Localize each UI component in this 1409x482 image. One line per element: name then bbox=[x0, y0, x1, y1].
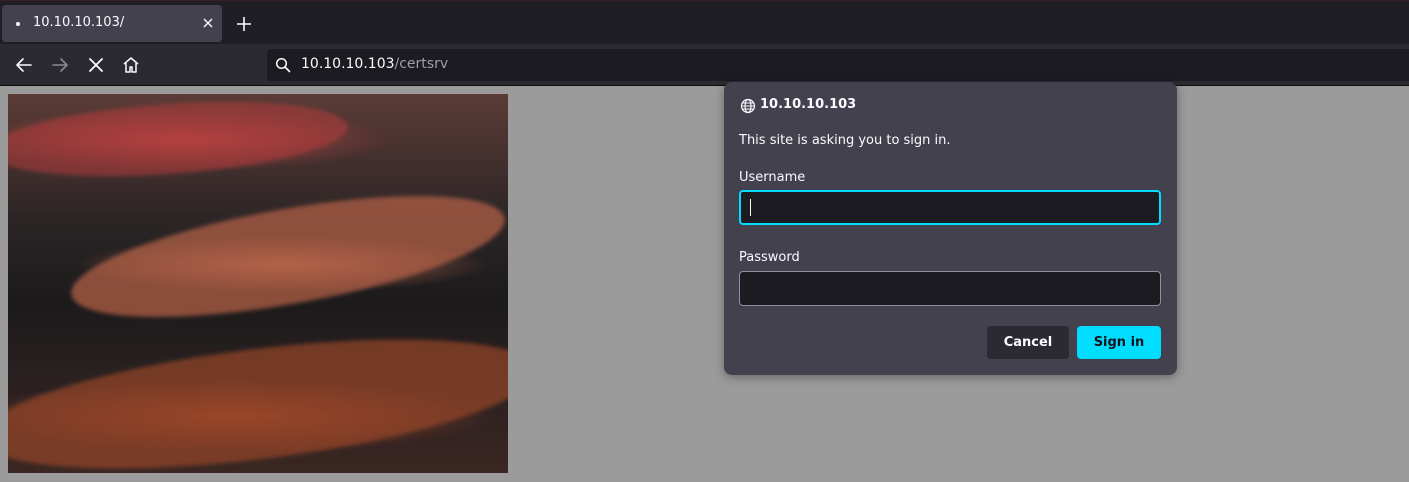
text-caret bbox=[750, 199, 751, 216]
dialog-host: 10.10.10.103 bbox=[760, 97, 857, 112]
search-icon bbox=[275, 57, 291, 73]
home-icon[interactable] bbox=[120, 54, 142, 76]
password-label: Password bbox=[739, 250, 800, 265]
url-bar[interactable]: 10.10.10.103/certsrv bbox=[267, 49, 1409, 81]
loading-dot-icon bbox=[16, 22, 20, 26]
url-path: /certsrv bbox=[394, 56, 449, 72]
cancel-button[interactable]: Cancel bbox=[987, 326, 1069, 359]
username-input[interactable] bbox=[739, 190, 1161, 225]
tab-strip: 10.10.10.103/ bbox=[0, 0, 1409, 44]
close-icon[interactable] bbox=[201, 16, 215, 30]
stop-icon[interactable] bbox=[85, 54, 107, 76]
arrow-right-icon[interactable] bbox=[49, 54, 71, 76]
bacon-photo bbox=[8, 94, 508, 473]
username-label: Username bbox=[739, 170, 806, 185]
navigation-toolbar: 10.10.10.103/certsrv bbox=[0, 44, 1409, 86]
globe-icon bbox=[740, 98, 756, 114]
password-input[interactable] bbox=[739, 271, 1161, 306]
page-content: 10.10.10.103 This site is asking you to … bbox=[0, 82, 1409, 482]
arrow-left-icon[interactable] bbox=[13, 54, 35, 76]
sign-in-button[interactable]: Sign in bbox=[1077, 326, 1161, 359]
tab-title: 10.10.10.103/ bbox=[33, 15, 125, 30]
dialog-message: This site is asking you to sign in. bbox=[739, 133, 951, 148]
url-host: 10.10.10.103 bbox=[301, 56, 395, 72]
plus-icon[interactable] bbox=[234, 14, 254, 34]
url-text[interactable]: 10.10.10.103/certsrv bbox=[301, 56, 448, 72]
browser-tab[interactable]: 10.10.10.103/ bbox=[2, 5, 222, 42]
auth-dialog: 10.10.10.103 This site is asking you to … bbox=[724, 82, 1177, 375]
